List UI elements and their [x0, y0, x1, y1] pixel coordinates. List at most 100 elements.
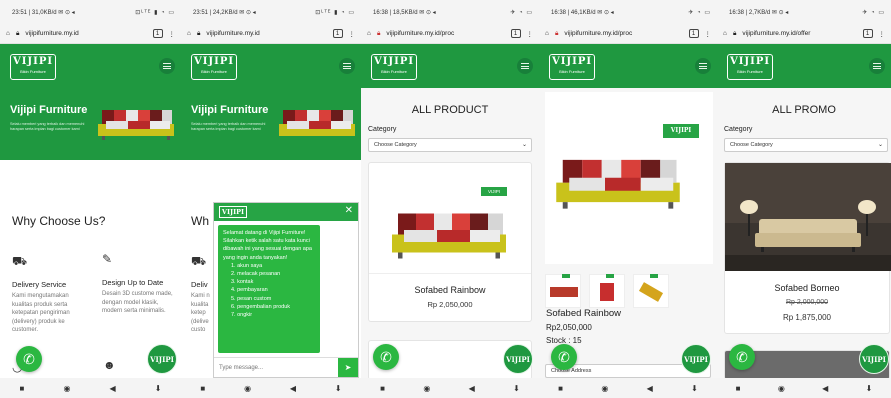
site-header: VIJIPI Bikin Furniture — [717, 44, 891, 88]
android-nav-bar: ■ ◉ ◀ ⬇ — [181, 378, 361, 398]
url-field[interactable]: vijipifurniture.my.id/proc — [386, 30, 504, 37]
url-field[interactable]: vijipifurniture.my.id — [206, 30, 326, 37]
back-icon[interactable]: ◀ — [469, 384, 475, 393]
vijipi-chat-button[interactable]: VIJIPI — [147, 344, 177, 374]
site-logo[interactable]: VIJIPI Bikin Furniture — [371, 54, 417, 80]
whatsapp-button-icon[interactable]: ✆ — [16, 346, 42, 372]
home-icon[interactable]: ⌂ — [723, 30, 727, 37]
home-button-icon[interactable]: ◉ — [244, 384, 251, 393]
product-image-panel: VIJIPI — [545, 92, 713, 264]
back-icon[interactable]: ◀ — [290, 384, 296, 393]
close-icon[interactable]: ✕ — [345, 205, 353, 216]
chat-message-input[interactable]: Type message... ➤ — [214, 357, 358, 377]
vijipi-chat-button[interactable]: VIJIPI — [859, 344, 889, 374]
lock-icon[interactable]: 🔒︎ — [377, 30, 380, 38]
send-icon[interactable]: ➤ — [338, 358, 358, 377]
nav-down-icon[interactable]: ⬇ — [513, 384, 520, 393]
recent-apps-icon[interactable]: ■ — [736, 384, 741, 393]
thumbnail-1[interactable] — [545, 274, 581, 308]
product-logo-badge: VIJIPI — [481, 187, 507, 196]
site-header: VIJIPI Bikin Furniture — [0, 44, 181, 88]
recent-apps-icon[interactable]: ■ — [20, 384, 25, 393]
hamburger-menu-icon[interactable] — [159, 58, 175, 74]
android-nav-bar: ■ ◉ ◀ ⬇ — [361, 378, 539, 398]
status-icons: ⊡ᴸᵀᴱ ▮ ◔ ▭ — [135, 9, 175, 16]
recent-apps-icon[interactable]: ■ — [380, 384, 385, 393]
hamburger-menu-icon[interactable] — [517, 58, 533, 74]
home-button-icon[interactable]: ◉ — [778, 384, 785, 393]
more-menu-icon[interactable]: ⋮ — [349, 30, 356, 38]
lock-icon[interactable]: 🔒︎ — [733, 30, 736, 38]
category-label: Category — [368, 126, 397, 133]
home-icon[interactable]: ⌂ — [187, 30, 191, 37]
site-header: VIJIPI Bikin Furniture — [539, 44, 717, 88]
back-icon[interactable]: ◀ — [647, 384, 653, 393]
hamburger-menu-icon[interactable] — [695, 58, 711, 74]
status-icons: ⊡ᴸᵀᴱ ▮ ◔ ▭ — [315, 9, 355, 16]
site-header: VIJIPI Bikin Furniture — [361, 44, 539, 88]
product-old-price: Rp 2,000,000 — [785, 299, 829, 306]
product-card[interactable]: VIJIPI Sofabed Rainbow Rp 2,050,000 — [368, 162, 532, 322]
home-icon[interactable]: ⌂ — [367, 30, 371, 37]
nav-down-icon[interactable]: ⬇ — [155, 384, 162, 393]
hero-subtitle: Selalu memberi yang terbaik dan memenuhi… — [191, 122, 266, 131]
home-button-icon[interactable]: ◉ — [601, 384, 608, 393]
feature-text-delivery: Kami mengutamakan kualitas produk serta … — [12, 293, 70, 333]
back-icon[interactable]: ◀ — [822, 384, 828, 393]
hamburger-menu-icon[interactable] — [869, 58, 885, 74]
url-field[interactable]: vijipifurniture.my.id — [25, 30, 146, 37]
whatsapp-button-icon[interactable]: ✆ — [729, 344, 755, 370]
thumbnail-2[interactable] — [589, 274, 625, 308]
home-button-icon[interactable]: ◉ — [423, 384, 430, 393]
recent-apps-icon[interactable]: ■ — [200, 384, 205, 393]
nav-down-icon[interactable]: ⬇ — [691, 384, 698, 393]
more-menu-icon[interactable]: ⋮ — [879, 30, 886, 38]
chat-logo: VIJIPI — [219, 206, 247, 218]
tabs-count-button[interactable]: 1 — [152, 29, 163, 38]
tabs-count-button[interactable]: 1 — [510, 29, 521, 38]
back-icon[interactable]: ◀ — [110, 384, 116, 393]
vijipi-chat-button[interactable]: VIJIPI — [681, 344, 711, 374]
tabs-count-button[interactable]: 1 — [862, 29, 873, 38]
tabs-count-button[interactable]: 1 — [332, 29, 343, 38]
category-select[interactable]: Choose Category ⌄ — [724, 138, 888, 152]
recent-apps-icon[interactable]: ■ — [558, 384, 563, 393]
home-icon[interactable]: ⌂ — [545, 30, 549, 37]
status-bar: 16:38 | 2,7KB/d ✉ ⊙ ◂ ✈ ◔ ▭ — [717, 0, 891, 24]
lock-icon[interactable]: 🔒︎ — [555, 30, 558, 38]
site-logo[interactable]: VIJIPI Bikin Furniture — [10, 54, 56, 80]
promo-product-card[interactable]: Sofabed Borneo Rp 2,000,000 Rp 1,875,000 — [724, 162, 891, 334]
url-field[interactable]: vijipifurniture.my.id/proc — [564, 30, 682, 37]
more-menu-icon[interactable]: ⋮ — [705, 30, 712, 38]
status-left: 16:38 | 2,7KB/d ✉ ⊙ ◂ — [729, 9, 789, 16]
page-title: ALL PRODUCT — [411, 104, 489, 116]
android-nav-bar: ■ ◉ ◀ ⬇ — [717, 378, 891, 398]
lock-icon[interactable]: 🔒︎ — [16, 30, 19, 38]
whatsapp-button-icon[interactable]: ✆ — [551, 344, 577, 370]
site-header: VIJIPI Bikin Furniture — [181, 44, 361, 88]
whatsapp-button-icon[interactable]: ✆ — [373, 344, 399, 370]
vijipi-chat-button[interactable]: VIJIPI — [503, 344, 533, 374]
site-logo[interactable]: VIJIPI Bikin Furniture — [549, 54, 595, 80]
nav-down-icon[interactable]: ⬇ — [866, 384, 873, 393]
home-button-icon[interactable]: ◉ — [63, 384, 70, 393]
product-name: Sofabed Borneo — [774, 283, 840, 293]
site-logo[interactable]: VIJIPI Bikin Furniture — [191, 54, 237, 80]
site-logo[interactable]: VIJIPI Bikin Furniture — [727, 54, 773, 80]
section-title-partial: Wh — [191, 214, 209, 228]
more-menu-icon[interactable]: ⋮ — [527, 30, 534, 38]
more-menu-icon[interactable]: ⋮ — [169, 30, 176, 38]
android-nav-bar: ■ ◉ ◀ ⬇ — [539, 378, 717, 398]
lock-icon[interactable]: 🔒︎ — [197, 30, 200, 38]
page-title: ALL PROMO — [772, 104, 836, 116]
chat-header: VIJIPI ✕ — [214, 203, 358, 221]
nav-down-icon[interactable]: ⬇ — [335, 384, 342, 393]
category-select[interactable]: Choose Category ⌄ — [368, 138, 532, 152]
thumbnail-3[interactable] — [633, 274, 669, 308]
browser-address-bar: ⌂ 🔒︎ vijipifurniture.my.id 1 ⋮ — [0, 24, 181, 44]
tabs-count-button[interactable]: 1 — [688, 29, 699, 38]
browser-address-bar: ⌂ 🔒︎ vijipifurniture.my.id/proc 1 ⋮ — [361, 24, 539, 44]
url-field[interactable]: vijipifurniture.my.id/offer — [742, 30, 856, 37]
home-icon[interactable]: ⌂ — [6, 30, 10, 37]
hamburger-menu-icon[interactable] — [339, 58, 355, 74]
